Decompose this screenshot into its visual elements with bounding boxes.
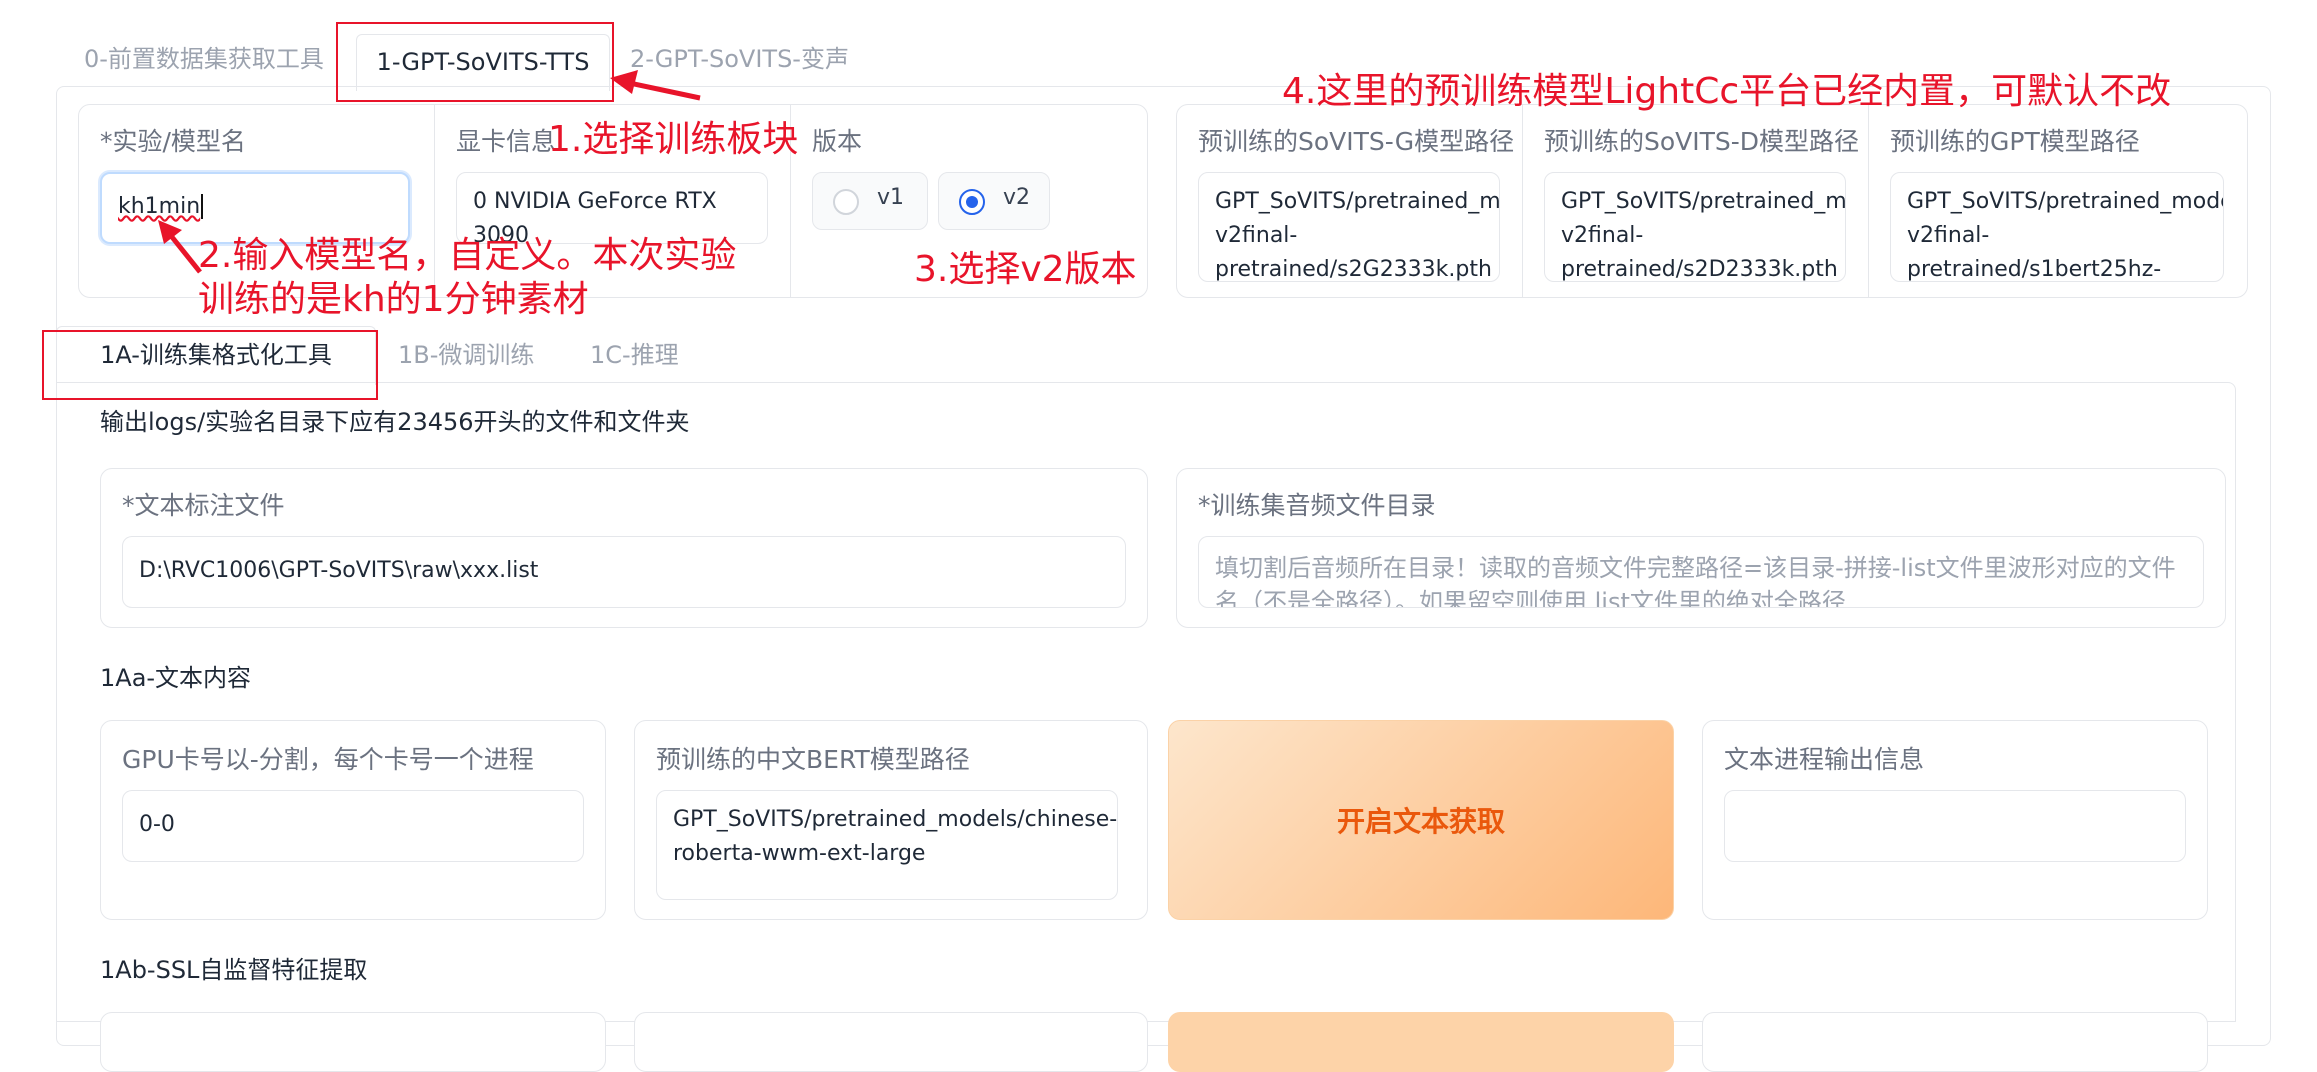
text-label-file-input[interactable]: D:\RVC1006\GPT-SoVITS\raw\xxx.list (122, 536, 1126, 608)
gpt-label: 预训练的GPT模型路径 (1890, 127, 2140, 156)
sovits-g-label: 预训练的SoVITS-G模型路径 (1198, 127, 1515, 156)
sovits-d-label: 预训练的SoVITS-D模型路径 (1544, 127, 1860, 156)
audio-dir-input[interactable]: 填切割后音频所在目录！读取的音频文件完整路径=该目录-拼接-list文件里波形对… (1198, 536, 2204, 608)
version-v1-radio[interactable]: v1 (812, 172, 928, 230)
version-v1-label: v1 (877, 185, 905, 210)
tab-dataset-tools[interactable]: 0-前置数据集获取工具 (84, 42, 324, 76)
ssl-group-4 (1702, 1012, 2208, 1072)
section-1aa-title: 1Aa-文本内容 (100, 664, 252, 692)
gpu-split-label: GPU卡号以-分割，每个卡号一个进程 (122, 745, 534, 774)
ssl-group-1 (100, 1012, 606, 1072)
annotation-2-line2: 训练的是kh的1分钟素材 (198, 279, 589, 320)
tab-inference[interactable]: 1C-推理 (590, 338, 679, 372)
sovits-g-path-input[interactable]: GPT_SoVITS/pretrained_models/gsv-v2final… (1198, 172, 1500, 282)
tab-finetune[interactable]: 1B-微调训练 (398, 338, 534, 372)
start-text-extraction-button[interactable]: 开启文本获取 (1168, 720, 1674, 920)
tab-voice-conversion[interactable]: 2-GPT-SoVITS-变声 (630, 42, 849, 76)
bert-path-label: 预训练的中文BERT模型路径 (656, 745, 970, 774)
annotation-1: 1.选择训练板块 (548, 119, 799, 160)
annotation-box-format-tab (42, 330, 378, 400)
divider (1868, 104, 1869, 298)
bert-path-input[interactable]: GPT_SoVITS/pretrained_models/chinese-rob… (656, 790, 1118, 900)
gpu-info-label: 显卡信息 (456, 127, 557, 156)
annotation-2-line1: 2.输入模型名，自定义。本次实验 (198, 235, 737, 276)
version-label: 版本 (812, 127, 863, 156)
divider (1522, 104, 1523, 298)
experiment-name-value: kh1min (118, 194, 201, 219)
text-label-file-label: *文本标注文件 (122, 491, 285, 520)
text-output-field (1724, 790, 2186, 862)
gpt-path-input[interactable]: GPT_SoVITS/pretrained_models/gsv-v2final… (1890, 172, 2224, 282)
version-v2-radio[interactable]: v2 (938, 172, 1050, 230)
sovits-d-path-input[interactable]: GPT_SoVITS/pretrained_models/gsv-v2final… (1544, 172, 1846, 282)
experiment-label: *实验/模型名 (100, 127, 246, 156)
start-ssl-button[interactable] (1168, 1012, 1674, 1072)
annotation-box-tts-tab (336, 22, 614, 102)
radio-on-icon (959, 189, 985, 215)
section-1ab-title: 1Ab-SSL自监督特征提取 (100, 956, 368, 984)
output-hint: 输出logs/实验名目录下应有23456开头的文件和文件夹 (100, 408, 690, 436)
ssl-group-2 (634, 1012, 1148, 1072)
radio-off-icon (833, 189, 859, 215)
audio-dir-label: *训练集音频文件目录 (1198, 491, 1436, 520)
text-output-label: 文本进程输出信息 (1724, 745, 1925, 774)
annotation-3: 3.选择v2版本 (914, 249, 1137, 290)
version-v2-label: v2 (1003, 185, 1031, 210)
gpu-split-input[interactable]: 0-0 (122, 790, 584, 862)
annotation-4: 4.这里的预训练模型LightCc平台已经内置，可默认不改 (1282, 71, 2172, 112)
